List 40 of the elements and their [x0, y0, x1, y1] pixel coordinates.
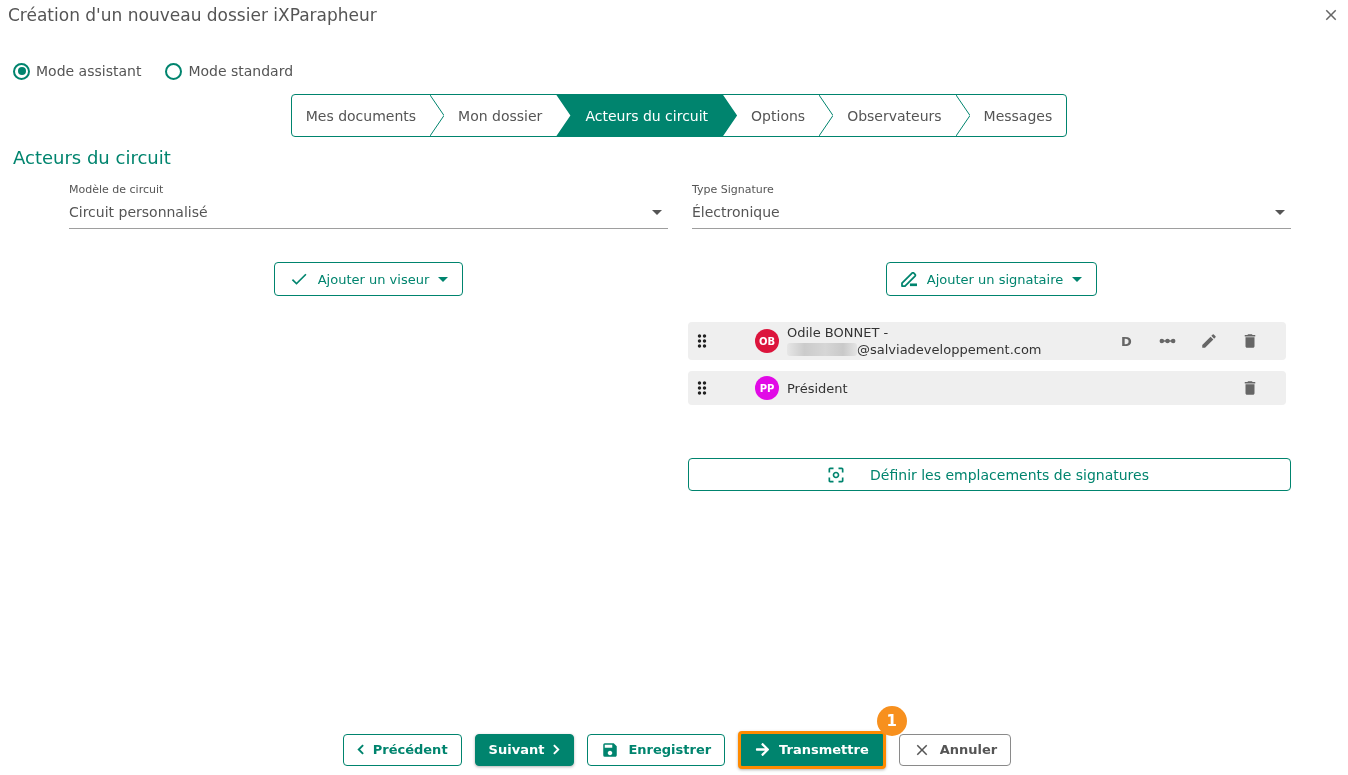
step-tab[interactable]: Options [737, 95, 820, 136]
step-tab[interactable]: Acteurs du circuit [556, 95, 738, 136]
select-field[interactable]: Électronique [692, 202, 1291, 229]
signer-name: Président [787, 379, 848, 397]
step-number-badge: 1 [876, 705, 907, 736]
save-button[interactable]: Enregistrer [587, 733, 726, 766]
dialog-title: Création d'un nouveau dossier iXParapheur [8, 5, 377, 25]
avatar: OB [755, 329, 779, 353]
previous-button[interactable]: Précédent [342, 733, 462, 766]
mode-radio[interactable]: Mode assistant [13, 62, 142, 80]
add-signer-button[interactable]: Ajouter un signataire [885, 262, 1098, 296]
arrow-right-icon [755, 742, 771, 757]
steps-button[interactable] [1157, 336, 1178, 346]
chevron-left-icon [356, 744, 364, 755]
signature-mode-button[interactable]: D [1119, 331, 1134, 351]
linked-dots-icon [1159, 338, 1176, 344]
section-title: Acteurs du circuit [13, 147, 171, 169]
add-viewer-button[interactable]: Ajouter un viseur [273, 262, 464, 296]
signer-name: Odile BONNET - [787, 324, 889, 341]
step-tab[interactable]: Observateurs [833, 95, 956, 136]
caret-icon [1072, 276, 1083, 282]
step-tab[interactable]: Mes documents [291, 95, 431, 136]
caret-icon [438, 276, 449, 282]
chevron-right-icon [553, 744, 561, 755]
next-button[interactable]: Suivant [474, 733, 575, 766]
define-locations-button[interactable]: Définir les emplacements de signatures [688, 458, 1291, 491]
send-button[interactable]: Transmettre [738, 730, 886, 769]
mode-radio[interactable]: Mode standard [165, 62, 294, 80]
signer-email: @salviadeveloppement.com [857, 341, 1042, 358]
cancel-button[interactable]: Annuler [898, 733, 1012, 766]
select-field[interactable]: Circuit personnalisé [69, 202, 668, 229]
step-tab[interactable]: Mon dossier [444, 95, 557, 136]
caret-icon [1275, 209, 1285, 215]
pen-icon [900, 271, 918, 287]
caret-icon [652, 209, 662, 215]
avatar: PP [755, 376, 779, 400]
pencil-icon [1199, 332, 1218, 350]
field-label: Type Signature [692, 183, 774, 197]
step-tab[interactable]: Messages [969, 95, 1067, 136]
field-label: Modèle de circuit [69, 183, 164, 197]
